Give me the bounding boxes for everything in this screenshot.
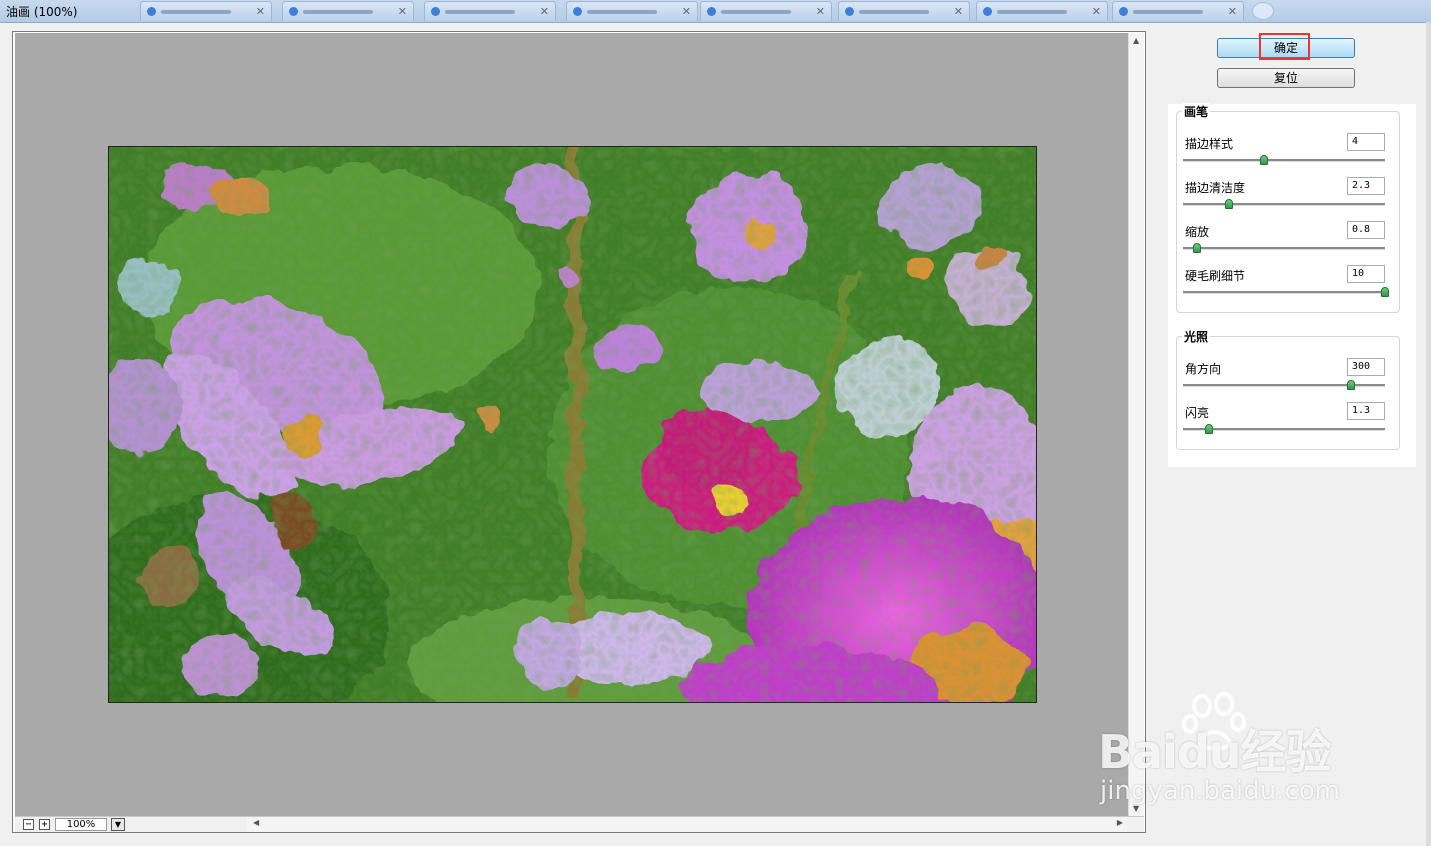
bristle-detail-slider[interactable]	[1183, 291, 1385, 294]
zoom-level-field[interactable]: 100%	[55, 818, 107, 831]
shine-slider[interactable]	[1183, 428, 1385, 431]
bristle-detail-slider-thumb[interactable]	[1381, 287, 1389, 297]
angle-direction-slider[interactable]	[1183, 384, 1385, 387]
close-icon[interactable]: ✕	[816, 5, 825, 18]
stroke-style-slider[interactable]	[1183, 159, 1385, 162]
baidu-watermark: Baidu经验 jingyan.baidu.com	[1098, 692, 1368, 812]
close-icon[interactable]: ✕	[1228, 5, 1237, 18]
favicon-icon	[1119, 7, 1128, 16]
watermark-brand: Baidu经验	[1098, 725, 1332, 779]
background-tab[interactable]: ✕	[282, 1, 414, 21]
scroll-left-icon[interactable]: ◀	[253, 818, 259, 827]
angle-direction-input[interactable]: 300	[1347, 358, 1385, 376]
background-tab[interactable]: ✕	[566, 1, 698, 21]
new-tab-button[interactable]	[1252, 2, 1274, 20]
shine-slider-thumb[interactable]	[1205, 424, 1214, 434]
close-icon[interactable]: ✕	[398, 5, 407, 18]
stroke-cleanliness-slider-thumb[interactable]	[1225, 199, 1234, 209]
background-tab[interactable]: ✕	[424, 1, 556, 21]
stroke-cleanliness-input[interactable]: 2.3	[1347, 177, 1385, 195]
stroke-style-input[interactable]: 4	[1347, 133, 1385, 151]
horizontal-scrollbar[interactable]: ◀ ▶	[247, 817, 1127, 832]
reset-button[interactable]: 复位	[1217, 68, 1355, 88]
favicon-icon	[147, 7, 156, 16]
favicon-icon	[845, 7, 854, 16]
background-tab[interactable]: ✕	[1112, 1, 1244, 21]
stroke-style-slider-thumb[interactable]	[1259, 155, 1268, 165]
shine-input[interactable]: 1.3	[1347, 402, 1385, 420]
scroll-up-icon[interactable]: ▲	[1133, 36, 1139, 45]
lighting-group-title: 光照	[1182, 328, 1211, 345]
close-icon[interactable]: ✕	[1092, 5, 1101, 18]
angle-direction-slider-thumb[interactable]	[1346, 380, 1355, 390]
zoom-dropdown-button[interactable]: ▼	[111, 818, 125, 831]
scroll-right-icon[interactable]: ▶	[1117, 818, 1123, 827]
ok-button[interactable]: 确定	[1217, 38, 1355, 58]
stroke-style-label: 描边样式	[1185, 137, 1234, 151]
scale-slider-thumb[interactable]	[1193, 243, 1202, 253]
scale-slider[interactable]	[1183, 247, 1385, 250]
close-icon[interactable]: ✕	[540, 5, 549, 18]
background-tab[interactable]: ✕	[976, 1, 1108, 21]
favicon-icon	[983, 7, 992, 16]
background-tab[interactable]: ✕	[700, 1, 832, 21]
close-icon[interactable]: ✕	[256, 5, 265, 18]
background-tab[interactable]: ✕	[838, 1, 970, 21]
stroke-cleanliness-slider[interactable]	[1183, 203, 1385, 206]
window-title: 油画 (100%)	[6, 5, 78, 19]
favicon-icon	[573, 7, 582, 16]
bristle-detail-label: 硬毛刷细节	[1185, 269, 1246, 283]
oil-paint-preview-image[interactable]	[108, 146, 1037, 703]
watermark-url: jingyan.baidu.com	[1100, 776, 1340, 806]
brush-group-title: 画笔	[1182, 103, 1211, 120]
scale-label: 缩放	[1185, 225, 1210, 239]
favicon-icon	[431, 7, 440, 16]
stroke-cleanliness-label: 描边清洁度	[1185, 181, 1246, 195]
oil-paint-artwork	[109, 147, 1036, 702]
title-bar: 油画 (100%) ✕ ✕ ✕ ✕ ✕ ✕ ✕ ✕	[0, 0, 1431, 23]
favicon-icon	[289, 7, 298, 16]
background-tab[interactable]: ✕	[140, 1, 272, 21]
bristle-detail-input[interactable]: 10	[1347, 265, 1385, 283]
close-icon[interactable]: ✕	[954, 5, 963, 18]
close-icon[interactable]: ✕	[682, 5, 691, 18]
window-edge	[1426, 22, 1431, 846]
angle-direction-label: 角方向	[1185, 362, 1222, 376]
preview-status-bar: − + 100% ▼ ◀ ▶	[15, 816, 1144, 832]
zoom-out-button[interactable]: −	[23, 819, 34, 830]
scale-input[interactable]: 0.8	[1347, 221, 1385, 239]
zoom-in-button[interactable]: +	[39, 819, 50, 830]
shine-label: 闪亮	[1185, 406, 1210, 420]
favicon-icon	[707, 7, 716, 16]
